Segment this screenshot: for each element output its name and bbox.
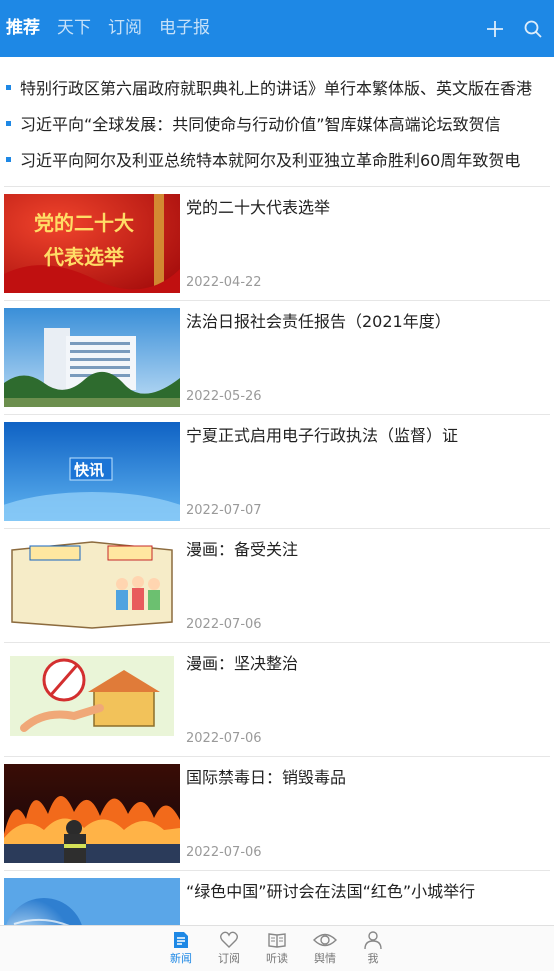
nav-opinion[interactable]: 舆情	[301, 926, 349, 971]
tab-recommend[interactable]: 推荐	[6, 0, 40, 57]
nav-label: 舆情	[314, 952, 336, 965]
top-bar: 推荐 天下 订阅 电子报	[0, 0, 554, 57]
news-item[interactable]: 漫画：备受关注 2022-07-06	[0, 529, 554, 643]
eye-icon	[313, 930, 337, 950]
news-title: 漫画：坚决整治	[186, 654, 299, 673]
plus-icon[interactable]	[484, 18, 506, 40]
news-date: 2022-07-06	[186, 845, 262, 860]
heart-icon	[219, 930, 239, 950]
news-title: “绿色中国”研讨会在法国“红色”小城举行	[186, 882, 476, 901]
nav-news[interactable]: 新闻	[157, 926, 205, 971]
thumb-text: 党的二十大	[34, 211, 134, 235]
headline-text: 特别行政区第六届政府就职典礼上的讲话》单行本繁体版、英文版在香港	[20, 79, 533, 98]
news-item[interactable]: 法治日报社会责任报告（2021年度） 2022-05-26	[0, 301, 554, 415]
headline-item[interactable]: 习近平向阿尔及利亚总统特本就阿尔及利亚独立革命胜利60周年致贺电	[6, 139, 554, 179]
news-list: 党的二十大 代表选举 党的二十大代表选举 2022-04-22 法治日报社会责任…	[0, 187, 554, 925]
thumb-text: 快讯	[74, 461, 104, 479]
news-item[interactable]: 快讯 宁夏正式启用电子行政执法（监督）证 2022-07-07	[0, 415, 554, 529]
news-date: 2022-04-22	[186, 275, 262, 290]
nav-subscribe[interactable]: 订阅	[205, 926, 253, 971]
news-title: 党的二十大代表选举	[186, 198, 331, 217]
nav-label: 订阅	[218, 952, 240, 965]
news-thumbnail: 党的二十大 代表选举	[4, 194, 180, 293]
bullet-icon	[6, 120, 11, 126]
nav-label: 新闻	[170, 952, 192, 965]
headline-list: 特别行政区第六届政府就职典礼上的讲话》单行本繁体版、英文版在香港 习近平向“全球…	[0, 57, 554, 187]
bottom-nav: 新闻 订阅 听读 舆情 我	[0, 925, 554, 971]
headline-item[interactable]: 习近平向“全球发展：共同使命与行动价值”智库媒体高端论坛致贺信	[6, 103, 554, 143]
nav-listen[interactable]: 听读	[253, 926, 301, 971]
channel-tabs: 推荐 天下 订阅 电子报	[0, 0, 227, 57]
news-date: 2022-07-06	[186, 617, 262, 632]
bullet-icon	[6, 156, 11, 162]
news-date: 2022-05-26	[186, 389, 262, 404]
news-item[interactable]: 漫画：坚决整治 2022-07-06	[0, 643, 554, 757]
nav-me[interactable]: 我	[349, 926, 397, 971]
news-thumbnail	[4, 536, 180, 635]
news-date: 2022-07-06	[186, 731, 262, 746]
news-thumbnail: 快讯	[4, 422, 180, 521]
tab-subscribe[interactable]: 订阅	[108, 0, 142, 57]
news-thumbnail	[4, 878, 180, 925]
nav-label: 听读	[266, 952, 288, 965]
headline-text: 习近平向阿尔及利亚总统特本就阿尔及利亚独立革命胜利60周年致贺电	[20, 151, 521, 170]
news-title: 国际禁毒日：销毁毒品	[186, 768, 347, 787]
news-title: 宁夏正式启用电子行政执法（监督）证	[186, 426, 459, 445]
news-thumbnail	[4, 308, 180, 407]
tab-e-paper[interactable]: 电子报	[159, 0, 210, 57]
nav-label: 我	[367, 952, 379, 965]
headline-text: 习近平向“全球发展：共同使命与行动价值”智库媒体高端论坛致贺信	[20, 115, 501, 134]
tab-world[interactable]: 天下	[57, 0, 91, 57]
person-icon	[363, 930, 383, 950]
news-thumbnail	[4, 764, 180, 863]
bullet-icon	[6, 84, 11, 90]
headline-item[interactable]: 特别行政区第六届政府就职典礼上的讲话》单行本繁体版、英文版在香港	[6, 67, 554, 107]
book-icon	[267, 930, 287, 950]
news-date: 2022-07-07	[186, 503, 262, 518]
news-item[interactable]: “绿色中国”研讨会在法国“红色”小城举行	[0, 871, 554, 925]
thumb-text: 代表选举	[43, 245, 125, 269]
news-title: 法治日报社会责任报告（2021年度）	[186, 312, 451, 331]
news-item[interactable]: 党的二十大 代表选举 党的二十大代表选举 2022-04-22	[0, 187, 554, 301]
news-title: 漫画：备受关注	[186, 540, 299, 559]
search-icon[interactable]	[522, 18, 544, 40]
news-item[interactable]: 国际禁毒日：销毁毒品 2022-07-06	[0, 757, 554, 871]
news-thumbnail	[4, 650, 180, 749]
news-icon	[171, 930, 191, 950]
top-actions	[468, 0, 554, 57]
